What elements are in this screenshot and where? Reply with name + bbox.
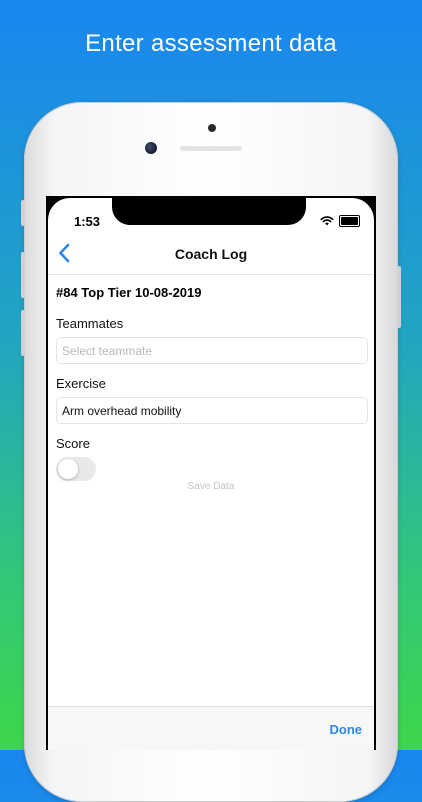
exercise-input[interactable]	[56, 397, 368, 424]
teammates-input[interactable]	[56, 337, 368, 364]
wifi-icon	[320, 216, 334, 226]
phone-power-button	[397, 266, 401, 328]
score-label: Score	[56, 436, 90, 451]
front-camera-icon	[145, 142, 157, 154]
phone-screen: 1:53 Coach Log #84 Top Tier 10-08-2019 T…	[46, 196, 376, 750]
page-title: Coach Log	[174, 246, 248, 262]
save-data-button[interactable]: Save Data	[48, 481, 374, 492]
keyboard-toolbar: Done	[48, 706, 374, 750]
screen-notch	[112, 198, 306, 225]
phone-silent-switch	[21, 200, 25, 226]
phone-volume-up	[21, 252, 25, 298]
phone-speaker	[180, 146, 242, 151]
assessment-form: #84 Top Tier 10-08-2019 Teammates Exerci…	[56, 282, 368, 481]
toggle-knob	[58, 459, 78, 479]
done-button[interactable]: Done	[330, 722, 363, 737]
exercise-label: Exercise	[56, 376, 106, 391]
app-screen: 1:53 Coach Log #84 Top Tier 10-08-2019 T…	[48, 198, 374, 750]
status-time: 1:53	[74, 214, 101, 229]
promo-headline: Enter assessment data	[85, 30, 337, 57]
navigation-bar: Coach Log	[48, 234, 374, 275]
status-icons	[320, 215, 360, 227]
battery-level	[341, 217, 358, 225]
record-title: #84 Top Tier 10-08-2019	[56, 285, 202, 300]
phone-sensor	[208, 124, 216, 132]
phone-volume-down	[21, 310, 25, 356]
teammates-label: Teammates	[56, 316, 124, 331]
battery-icon	[339, 215, 360, 227]
score-toggle[interactable]	[56, 457, 96, 481]
